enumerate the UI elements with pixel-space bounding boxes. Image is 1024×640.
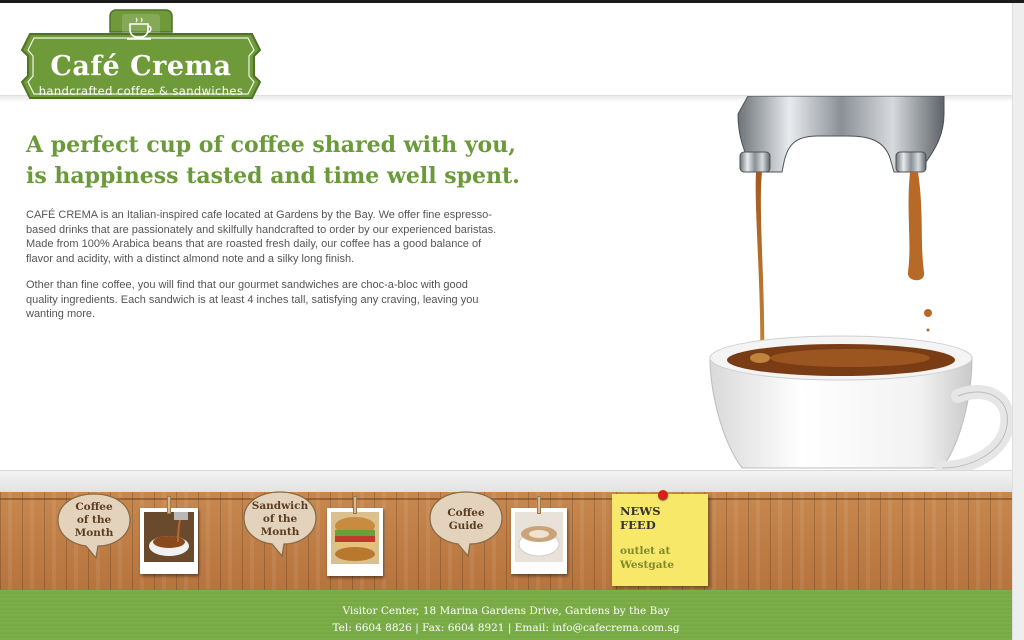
footer-email-link[interactable]: Email: info@cafecrema.com.sg [515, 622, 680, 634]
footer-telephone: Tel: 6604 8826 [332, 622, 412, 634]
cafe-crema-logo[interactable]: Café Crema handcrafted coffee & sandwich… [20, 8, 262, 110]
clothespin-icon [353, 496, 357, 514]
logo-tagline: handcrafted coffee & sandwiches [38, 84, 244, 98]
intro-paragraph-2: Other than fine coffee, you will find th… [26, 279, 479, 320]
footer-contact: Tel: 6604 8826 | Fax: 6604 8921 | Email:… [0, 622, 1012, 634]
coffee-guide-photo[interactable] [511, 496, 567, 574]
coffee-guide-link[interactable]: Coffee Guide [428, 490, 504, 558]
divider-band [0, 470, 1012, 492]
news-feed-title: NEWS FEED [620, 504, 661, 532]
footer-separator: | [504, 622, 515, 634]
feature-1-line-1: Coffee [75, 501, 113, 513]
page-scrollbar[interactable] [1012, 3, 1024, 640]
footer-address: Visitor Center, 18 Marina Gardens Drive,… [342, 605, 670, 617]
espresso-hero-image [700, 95, 1015, 475]
page-headline: A perfect cup of coffee shared with you,… [26, 130, 526, 192]
headline-line-1: A perfect cup of coffee shared with you, [26, 132, 516, 158]
logo-title: Café Crema [50, 51, 232, 82]
sandwich-of-the-month-link[interactable]: Sandwich of the Month [242, 490, 318, 558]
feature-1-line-2: of the [76, 514, 112, 526]
footer-fax: Fax: 6604 8921 [422, 622, 505, 634]
news-feed-note[interactable]: NEWS FEED outlet at Westgate [612, 490, 708, 586]
footer-separator: | [411, 622, 423, 634]
headline-line-2: is happiness tasted and time well spent. [26, 163, 520, 189]
coffee-cup-photo [144, 512, 194, 562]
coffee-of-the-month-link[interactable]: Coffee of the Month [56, 492, 132, 560]
sandwich-of-month-photo[interactable] [327, 496, 383, 576]
feature-1-line-3: Month [74, 527, 114, 539]
coffee-of-month-photo[interactable] [140, 496, 198, 574]
intro-paragraph-1: CAFÉ CREMA is an Italian-inspired cafe l… [26, 209, 497, 265]
feature-2-line-1: Sandwich [251, 500, 309, 512]
feature-3-line-2: Guide [448, 520, 484, 532]
news-item-link[interactable]: outlet at Westgate [620, 544, 700, 572]
feature-2-line-2: of the [262, 513, 298, 525]
sandwich-photo [331, 512, 379, 564]
clothespin-icon [167, 496, 171, 514]
pushpin-icon [658, 490, 668, 500]
feature-3-line-1: Coffee [447, 507, 485, 519]
feature-2-line-3: Month [260, 526, 300, 538]
cappuccino-photo [515, 512, 563, 562]
clothespin-icon [537, 496, 541, 514]
hanging-wire [0, 498, 1012, 500]
